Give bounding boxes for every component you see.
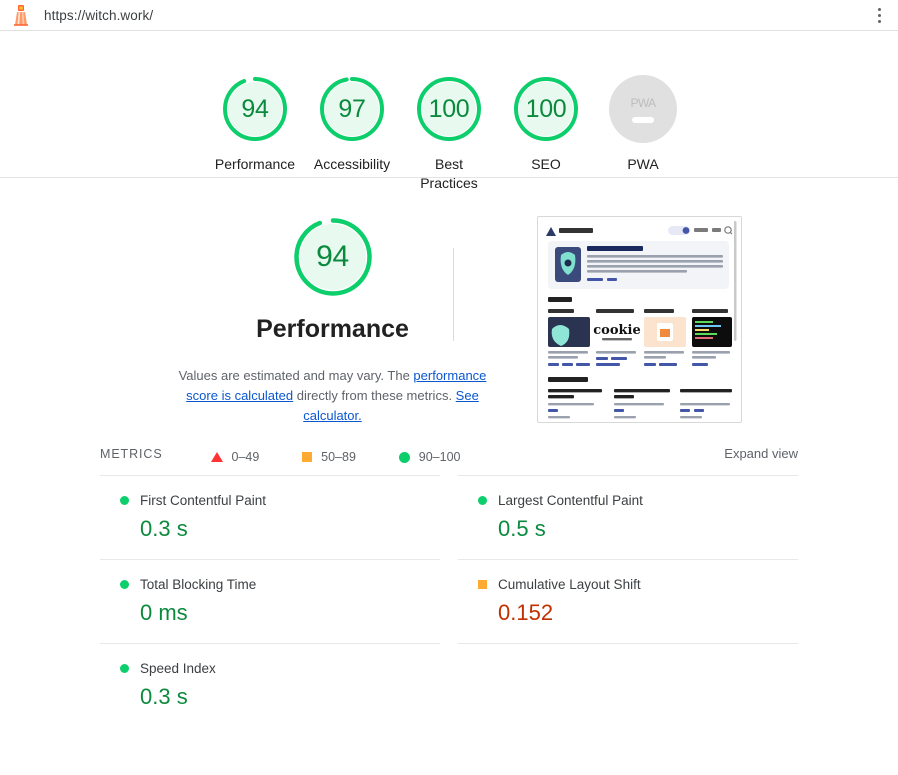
status-circle-icon [120,496,129,505]
legend-range: 50–89 [321,450,356,464]
gauge-seo: 100 [512,75,580,143]
metric-value: 0.152 [498,599,798,627]
status-circle-icon [120,580,129,589]
legend-range: 0–49 [232,450,260,464]
url-text[interactable]: https://witch.work/ [44,8,870,23]
gauge-accessibility: 97 [318,75,386,143]
metric-total-blocking-time[interactable]: Total Blocking Time 0 ms [100,559,440,643]
section-vertical-divider [453,248,454,341]
score-item-performance[interactable]: 94 Performance [207,75,304,174]
lighthouse-icon [12,4,30,26]
score-item-best-practices[interactable]: 100 Best Practices [401,75,498,193]
performance-summary: 94 Performance Values are estimated and … [156,216,509,464]
score-value: 100 [512,75,580,143]
triangle-icon [211,452,223,462]
score-item-pwa[interactable]: PWA PWA [595,75,692,174]
gauge-best-practices: 100 [415,75,483,143]
metric-name: Total Blocking Time [140,577,256,592]
metric-cumulative-layout-shift[interactable]: Cumulative Layout Shift 0.152 [458,559,798,643]
performance-section: 94 Performance Values are estimated and … [0,178,898,446]
legend-item-average: 50–89 [302,450,356,464]
status-circle-icon [478,496,487,505]
legend-item-pass: 90–100 [399,450,461,464]
metric-empty-cell [458,643,798,644]
disclaimer-text-part1: Values are estimated and may vary. The [179,368,414,383]
metrics-grid: First Contentful Paint 0.3 s Largest Con… [100,475,798,727]
metric-name: Largest Contentful Paint [498,493,643,508]
score-label: Accessibility [314,155,390,174]
metric-name: Speed Index [140,661,216,676]
metric-value: 0.5 s [498,515,798,543]
pwa-dash-icon [632,117,654,123]
metric-value: 0.3 s [140,683,440,711]
page-title: Performance [256,314,409,344]
svg-text:cookie: cookie [593,323,640,338]
score-label: Performance [215,155,295,174]
score-label: SEO [531,155,561,174]
browser-topbar: https://witch.work/ [0,0,898,31]
metric-value: 0 ms [140,599,440,627]
metric-name: First Contentful Paint [140,493,266,508]
metric-largest-contentful-paint[interactable]: Largest Contentful Paint 0.5 s [458,475,798,559]
gauge-performance-large: 94 [292,216,374,298]
score-label: PWA [627,155,658,174]
score-gauges-strip: 94 Performance 97 Accessibility 100 Best… [0,31,898,178]
score-item-accessibility[interactable]: 97 Accessibility [304,75,401,174]
final-screenshot-thumbnail[interactable]: cookie [537,216,742,423]
metric-value: 0.3 s [140,515,440,543]
status-circle-icon [120,664,129,673]
gauge-performance: 94 [221,75,289,143]
metric-name: Cumulative Layout Shift [498,577,641,592]
status-square-icon [478,580,487,589]
square-icon [302,452,312,462]
kebab-menu-icon[interactable] [870,4,888,26]
metrics-section: METRICS Expand view First Contentful Pai… [0,446,898,727]
score-value: 97 [318,75,386,143]
gauge-pwa-disabled: PWA [609,75,677,143]
performance-disclaimer: Values are estimated and may vary. The p… [173,366,493,426]
circle-icon [399,452,410,463]
legend-item-fail: 0–49 [211,450,260,464]
score-value: 94 [221,75,289,143]
performance-score-value: 94 [292,216,374,298]
metric-first-contentful-paint[interactable]: First Contentful Paint 0.3 s [100,475,440,559]
score-legend: 0–49 50–89 90–100 [183,450,483,464]
final-screenshot-container: cookie [537,216,742,423]
metric-speed-index[interactable]: Speed Index 0.3 s [100,643,440,727]
disclaimer-text-part2: directly from these metrics. [293,388,456,403]
score-value: 100 [415,75,483,143]
score-item-seo[interactable]: 100 SEO [498,75,595,174]
legend-range: 90–100 [419,450,461,464]
pwa-abbr-text: PWA [630,96,655,110]
